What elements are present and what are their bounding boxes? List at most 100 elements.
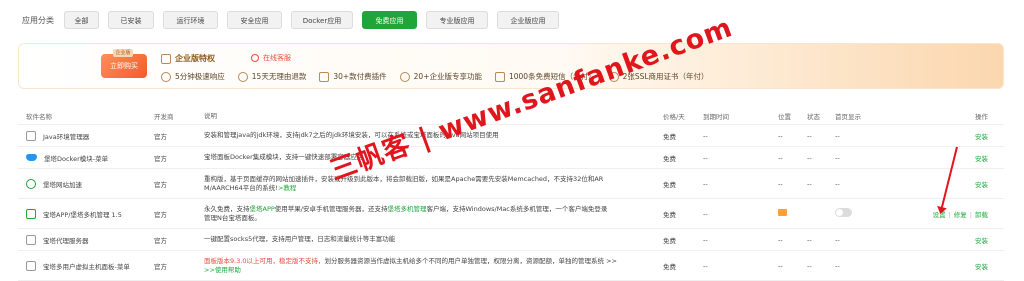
multi-manage-link[interactable]: 堡塔多机管理 [388,205,427,213]
table-row: 堡塔Docker模块-菜单 官方 宝塔面板Docker集成模块，支持一键快速部署… [18,147,1004,169]
online-service-link[interactable]: 在线客服 [251,53,291,63]
row-name: 宝塔代理服务器 [43,236,89,245]
home-display-toggle[interactable] [835,208,852,217]
row-developer: 官方 [154,154,167,163]
row-state: -- [807,261,812,270]
row-home [835,208,903,219]
row-expiry: -- [703,179,708,188]
crown-icon [161,53,171,64]
row-name: 宝塔多用户虚拟主机面板-菜单 [43,262,130,271]
row-name-cell: 堡塔Docker模块-菜单 [18,153,154,163]
buy-now-button[interactable]: 企业版 立即购买 [101,49,147,78]
package-icon [26,130,36,141]
row-description: 重构版，基于页面缓存的网站加速插件，安装或升级到此版本，将会卸载旧版，如果是Ap… [204,175,663,193]
category-docker[interactable]: Docker应用 [291,11,353,29]
row-position [778,209,807,218]
category-all[interactable]: 全部 [64,11,99,29]
buy-now-label: 立即购买 [110,62,138,70]
description-text: 使用苹果/安卓手机管理服务器，还支持 [274,204,388,213]
table-row: 宝塔APP/堡塔多机管理 1.5 官方 永久免费，支持堡塔APP使用苹果/安卓手… [18,199,1004,229]
category-bar: 应用分类 全部 已安装 运行环境 安全应用 Docker应用 免费应用 专业版应… [22,10,568,30]
app-link[interactable]: 堡塔APP [250,205,275,213]
row-description: 面板版本9.3.0以上可用，稳定版不支持，划分服务器资源当作虚拟主机给多个不同的… [204,257,663,275]
description-line: 面板版本9.3.0以上可用，稳定版不支持，划分服务器资源当作虚拟主机给多个不同的… [204,257,657,266]
header-expiry[interactable]: 到期时间 [703,111,778,121]
tutorial-link[interactable]: >教程 [278,184,296,192]
online-service-text: 在线客服 [263,54,291,62]
category-label: 应用分类 [22,15,54,25]
row-name-cell: 宝塔APP/堡塔多机管理 1.5 [18,208,154,219]
category-installed[interactable]: 已安装 [108,11,154,29]
version-warning: 面板版本9.3.0以上可用，稳定版不支持， [204,256,325,265]
install-button[interactable]: 安装 [903,131,996,141]
install-button[interactable]: 安装 [903,235,996,245]
software-table: 软件名称 开发商 说明 价格/天 到期时间 位置 状态 首页显示 操作 Java… [18,108,1004,281]
feature-text: 5分钟极速响应 [175,72,225,81]
table-row: 堡塔网站加速 官方 重构版，基于页面缓存的网站加速插件，安装或升级到此版本，将会… [18,169,1004,199]
feature-item: 15天无理由退款 [237,71,306,82]
row-position: -- [778,153,783,162]
row-name: 堡塔网站加速 [43,180,82,189]
row-name-cell: 宝塔多用户虚拟主机面板-菜单 [18,260,154,271]
description-line: M/AARCH64平台的系统!>教程 [204,184,657,193]
row-name-cell: 堡塔网站加速 [18,178,154,189]
row-price: 免费 [663,210,676,219]
row-price: 免费 [663,236,676,245]
description-text: 永久免费，支持 [204,204,250,213]
category-runtime[interactable]: 运行环境 [163,11,218,29]
category-enterprise[interactable]: 企业版应用 [497,11,559,29]
category-security[interactable]: 安全应用 [227,11,282,29]
header-price[interactable]: 价格/天 [663,111,703,121]
package-icon [26,234,36,245]
install-button[interactable]: 安装 [903,261,996,271]
row-expiry: -- [703,235,708,244]
feature-item: 5分钟极速响应 [161,71,225,82]
row-position: -- [778,179,783,188]
op-separator: | [948,210,951,219]
row-home: -- [835,179,840,188]
install-button[interactable]: 安装 [903,153,996,163]
feature-item: 20+企业版专享功能 [399,71,482,82]
row-home: -- [835,235,840,244]
description-line: 管理N台宝塔面板。 [204,213,261,222]
row-developer: 官方 [154,132,167,141]
row-name: 宝塔APP/堡塔多机管理 1.5 [43,210,122,219]
category-pro[interactable]: 专业版应用 [426,11,488,29]
folder-icon[interactable] [778,209,787,216]
row-developer: 官方 [154,180,167,189]
header-state: 状态 [807,113,820,121]
plugin-icon [319,71,330,82]
header-position: 位置 [778,113,791,121]
category-free[interactable]: 免费应用 [362,11,417,29]
sms-icon [494,71,505,82]
table-row: Java环境管理器 官方 安装和管理java的jdk环境，支持jdk7之后的jd… [18,125,1004,147]
feature-text: 30+款付费插件 [333,72,387,81]
headset-icon [251,54,259,62]
package-icon [26,260,36,271]
lightning-icon [26,178,36,189]
header-home: 首页显示 [835,113,861,121]
row-name: Java环境管理器 [43,132,90,141]
row-price: 免费 [663,132,676,141]
header-name[interactable]: 软件名称 [18,111,154,121]
row-position: -- [778,235,783,244]
row-price: 免费 [663,262,676,271]
row-name: 堡塔Docker模块-菜单 [44,154,109,163]
repair-button[interactable]: 修复 [954,211,967,219]
clock-icon [161,71,171,82]
description-line: >>使用帮助 [204,266,657,275]
uninstall-button[interactable]: 卸载 [975,211,988,219]
refund-icon [237,71,248,82]
banner-title-text: 企业版特权 [175,54,215,63]
row-expiry: -- [703,209,708,218]
feature-text: 20+企业版专享功能 [413,72,482,81]
enterprise-tag: 企业版 [113,49,133,57]
row-home: -- [835,153,840,162]
description-line: 重构版，基于页面缓存的网站加速插件，安装或升级到此版本，将会卸载旧版，如果是Ap… [204,174,604,183]
description-text: 划分服务器资源当作虚拟主机给多个不同的用户单独管理，权限分离，资源配额，单独的管… [324,256,618,265]
row-developer: 官方 [154,236,167,245]
row-expiry: -- [703,153,708,162]
help-link[interactable]: >>使用帮助 [204,266,241,274]
row-home: -- [835,261,840,270]
feature-item: 30+款付费插件 [319,71,387,82]
